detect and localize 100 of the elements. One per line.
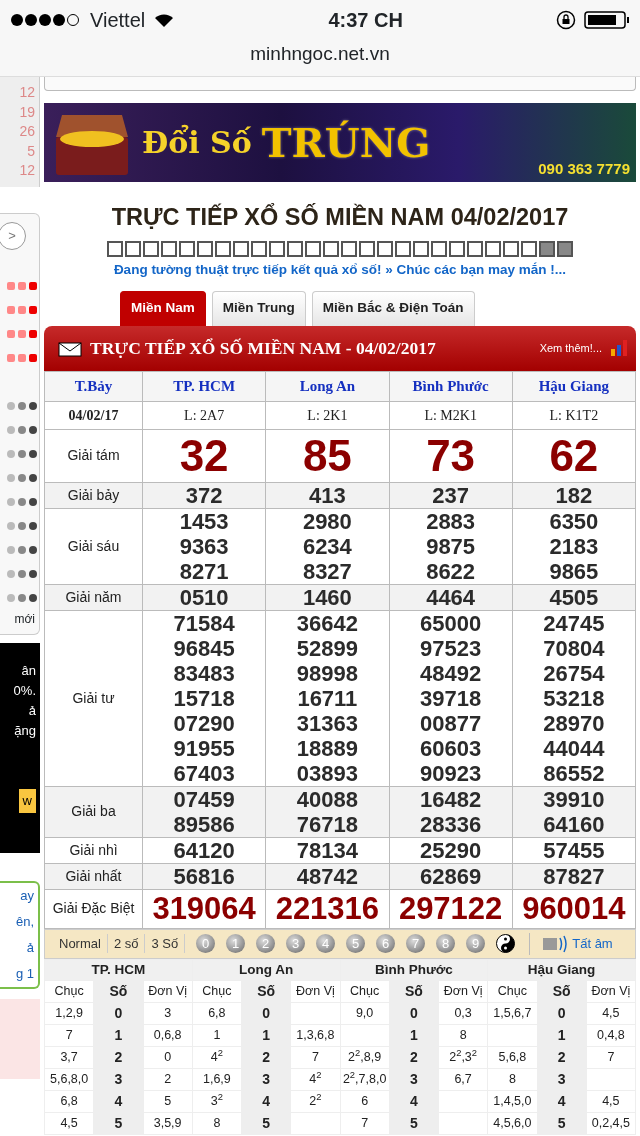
prize-number: 8271: [178, 558, 230, 584]
mode-button[interactable]: Normal: [53, 933, 108, 954]
ad-text: 0%.: [12, 681, 36, 700]
loto-cell: 7: [44, 1024, 94, 1047]
prize-number: 15718: [172, 685, 236, 711]
loto-cell: 8: [438, 1024, 488, 1047]
next-button[interactable]: >: [0, 221, 26, 250]
prize-number: 9865: [548, 558, 600, 584]
prize-number: 6350: [548, 508, 600, 534]
prize-number: 26754: [542, 660, 606, 686]
prize-number: 07459: [172, 786, 236, 812]
loto-cell: 2$^{2}$,8,9: [340, 1046, 390, 1069]
loto-cell: 6,8: [44, 1090, 94, 1113]
link[interactable]: ả: [26, 939, 34, 955]
prize-number: 65000: [419, 610, 483, 636]
region-tab[interactable]: Miền Nam: [120, 290, 206, 326]
prize-label: Giải bảy: [44, 482, 143, 508]
rotation-lock-icon: [556, 10, 576, 30]
dot-row-drawing: [7, 281, 37, 290]
link[interactable]: ay: [20, 887, 34, 903]
prize-number: 87827: [542, 863, 606, 889]
loto-province: Bình Phước: [340, 959, 488, 981]
prize-number: 8622: [425, 558, 477, 584]
prize-label: Giải tư: [44, 610, 143, 786]
date-cell: 04/02/17: [44, 401, 143, 429]
ad-text: ặng: [13, 721, 36, 740]
link[interactable]: g 1: [15, 965, 34, 981]
prize-number: 89586: [172, 811, 236, 837]
loto-cell: 1,2,9: [44, 1002, 94, 1025]
prize-number: 28970: [542, 710, 606, 736]
loto-cell: 3,7: [44, 1046, 94, 1069]
loto-cell: 6,8: [192, 1002, 242, 1025]
lot-code: L: 2K1: [265, 401, 389, 429]
loto-cell: 5: [143, 1090, 193, 1113]
bar-chart-icon: [610, 339, 628, 357]
loto-province: Hậu Giang: [487, 959, 636, 981]
special-prize-number: 319064: [151, 889, 257, 928]
prize-number: 48492: [419, 660, 483, 686]
loto-column-header: Đơn Vị: [143, 980, 193, 1003]
link[interactable]: ên,: [15, 913, 34, 929]
loto-cell: 2: [143, 1068, 193, 1091]
mode-button[interactable]: 2 số: [107, 933, 146, 954]
prize-number: 64120: [172, 837, 236, 863]
loto-column-header: Chục: [487, 980, 537, 1003]
eighth-prize-number: 73: [425, 429, 477, 482]
loto-cell: 2$^{2}$: [290, 1090, 340, 1113]
province-header: Hậu Giang: [512, 371, 636, 401]
clock-time: 4:37 CH: [328, 8, 403, 33]
address-url[interactable]: minhngoc.net.vn: [250, 40, 390, 69]
prize-number: 237: [431, 482, 470, 508]
region-tab[interactable]: Miền Bắc & Điện Toán: [311, 290, 475, 326]
wifi-icon: [153, 12, 176, 28]
province-header: TP. HCM: [142, 371, 266, 401]
loto-cell: 4,5,6,0: [487, 1112, 537, 1135]
prize-label: Giải Đặc Biệt: [44, 889, 143, 928]
prize-number: 2980: [301, 508, 353, 534]
dot-row-drawing: [7, 593, 37, 602]
loto-cell: 0,6,8: [143, 1024, 193, 1047]
prize-number: 96845: [172, 635, 236, 661]
prize-number: 83483: [172, 660, 236, 686]
prize-number: 9363: [178, 533, 230, 559]
loto-cell: 1: [192, 1024, 242, 1047]
loto-cell: 5,6,8: [487, 1046, 537, 1069]
page-title: TRỰC TIẾP XỔ SỐ MIỀN NAM 04/02/2017: [110, 202, 570, 232]
banner-highlight: TRÚNG: [261, 117, 431, 168]
results-title: TRỰC TIẾP XỔ SỐ MIỀN NAM - 04/02/2017: [90, 336, 437, 360]
dot-row-drawing: [7, 425, 37, 434]
prize-label: Giải tám: [44, 429, 143, 482]
prize-number: 98998: [295, 660, 359, 686]
loto-cell: 4$^{2}$: [192, 1046, 242, 1069]
loto-cell: 2$^{2}$,3$^{2}$: [438, 1046, 488, 1069]
prize-number: 64160: [542, 811, 606, 837]
lot-code: L: M2K1: [389, 401, 513, 429]
prize-number: 28336: [419, 811, 483, 837]
loto-column-header: Đơn Vị: [438, 980, 488, 1003]
loto-cell: 0: [143, 1046, 193, 1069]
prize-number: 53218: [542, 685, 606, 711]
loto-cell: 4,5: [586, 1090, 636, 1113]
region-tab[interactable]: Miền Trung: [211, 290, 306, 326]
loto-column-header: Chục: [192, 980, 242, 1003]
banner-headline: Đổi Số: [142, 123, 252, 162]
loto-cell: 6: [340, 1090, 390, 1113]
prize-number: 62869: [419, 863, 483, 889]
loto-province: Long An: [192, 959, 340, 981]
loto-cell: 3$^{2}$: [192, 1090, 242, 1113]
prize-number: 57455: [542, 837, 606, 863]
new-label[interactable]: mới: [14, 611, 35, 626]
prize-number: 00877: [419, 710, 483, 736]
mode-button[interactable]: 3 Số: [145, 933, 186, 954]
speaker-icon: [542, 934, 569, 953]
more-link[interactable]: Xem thêm!...: [539, 339, 602, 357]
prize-number: 0510: [178, 584, 230, 610]
banner-phone: 090 363 7779: [538, 158, 630, 179]
eighth-prize-number: 85: [301, 429, 353, 482]
province-header: Bình Phước: [389, 371, 513, 401]
ad-button[interactable]: w: [18, 788, 36, 813]
loto-cell: 8: [487, 1068, 537, 1091]
mute-link[interactable]: Tất âm: [568, 933, 613, 954]
prize-number: 71584: [172, 610, 236, 636]
prize-number: 25290: [419, 837, 483, 863]
